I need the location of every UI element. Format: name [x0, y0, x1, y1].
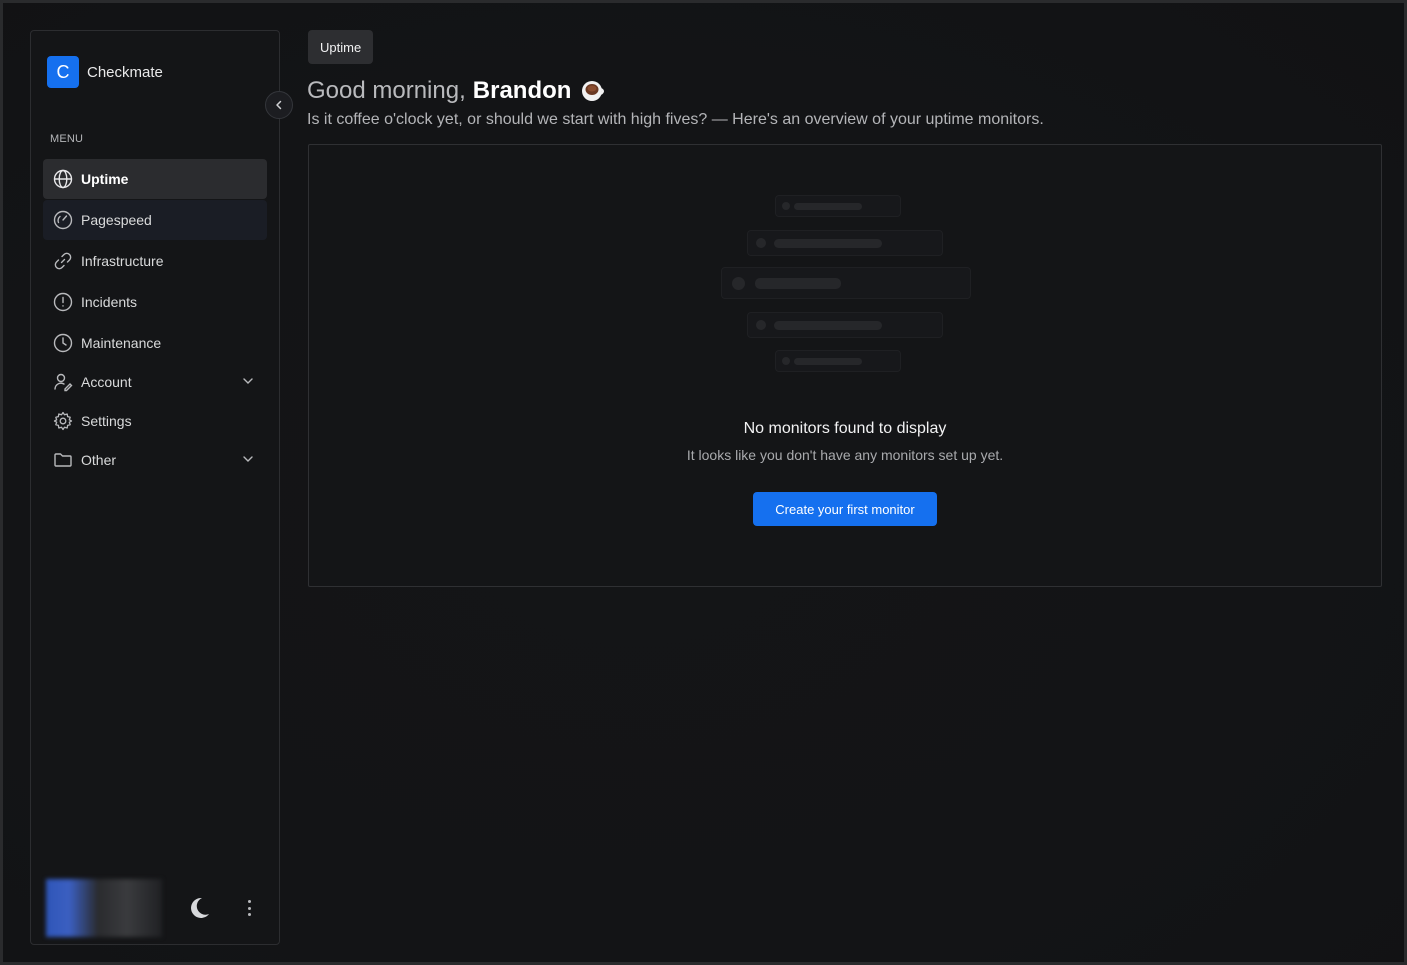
sidebar-item-infrastructure[interactable]: Infrastructure: [43, 241, 267, 281]
collapse-sidebar-button[interactable]: [265, 91, 293, 119]
page-subtitle: Is it coffee o'clock yet, or should we s…: [307, 111, 1044, 128]
gauge-icon: [53, 210, 73, 230]
menu-title: MENU: [50, 133, 84, 145]
link-icon: [53, 251, 73, 271]
globe-icon: [53, 169, 73, 189]
folder-icon: [53, 450, 73, 470]
chevron-left-icon: [276, 100, 282, 110]
user-name: Brandon: [472, 77, 572, 104]
brand-logo: C: [47, 56, 79, 88]
moon-icon: [191, 897, 209, 918]
app-window: C Checkmate MENU Uptime Pagespeed Infras…: [0, 0, 1407, 965]
gear-icon: [53, 411, 73, 431]
more-dot: [247, 913, 251, 916]
sidebar-item-settings[interactable]: Settings: [43, 401, 267, 441]
greeting-text: Good morning,: [307, 77, 466, 104]
sidebar-item-label: Infrastructure: [81, 253, 164, 269]
empty-state-title: No monitors found to display: [743, 420, 947, 437]
more-dot: [247, 900, 251, 903]
clock-icon: [53, 333, 73, 353]
sidebar-item-label: Maintenance: [81, 335, 162, 351]
skeleton-row: [775, 195, 901, 217]
brand[interactable]: C Checkmate: [47, 56, 163, 88]
skeleton-row: [747, 230, 943, 256]
sidebar-item-other[interactable]: Other: [43, 440, 267, 480]
breadcrumb[interactable]: Uptime: [308, 30, 374, 64]
sidebar-item-label: Other: [81, 452, 117, 468]
sidebar-item-label: Incidents: [81, 294, 138, 310]
coffee-icon: [582, 81, 605, 101]
sidebar-item-uptime[interactable]: Uptime: [43, 159, 267, 199]
empty-state-description: It looks like you don't have any monitor…: [686, 447, 1004, 463]
sidebar-item-label: Pagespeed: [81, 212, 152, 228]
sidebar-item-pagespeed[interactable]: Pagespeed: [43, 200, 267, 240]
theme-toggle-button[interactable]: [186, 895, 212, 921]
sidebar-item-label: Account: [81, 374, 132, 390]
create-monitor-button[interactable]: Create your first monitor: [753, 492, 937, 526]
alert-circle-icon: [53, 292, 73, 312]
brand-name: Checkmate: [87, 63, 163, 81]
sidebar-item-account[interactable]: Account: [43, 362, 267, 402]
empty-state-panel: No monitors found to display It looks li…: [308, 144, 1382, 587]
skeleton-row: [775, 350, 901, 372]
skeleton-row: [747, 312, 943, 338]
more-dot: [247, 906, 251, 910]
page-title: Good morning, Brandon: [307, 77, 605, 105]
user-area: [46, 879, 271, 937]
more-options-button[interactable]: [243, 896, 255, 920]
chevron-down-icon: [243, 456, 253, 462]
chevron-down-icon: [243, 378, 253, 384]
sidebar-item-label: Settings: [81, 413, 132, 429]
avatar[interactable]: [46, 879, 162, 937]
skeleton-row: [721, 267, 971, 299]
sidebar-item-incidents[interactable]: Incidents: [43, 282, 267, 322]
user-edit-icon: [53, 372, 73, 392]
sidebar: C Checkmate MENU Uptime Pagespeed Infras…: [30, 30, 293, 945]
sidebar-item-label: Uptime: [81, 171, 129, 187]
sidebar-item-maintenance[interactable]: Maintenance: [43, 323, 267, 363]
